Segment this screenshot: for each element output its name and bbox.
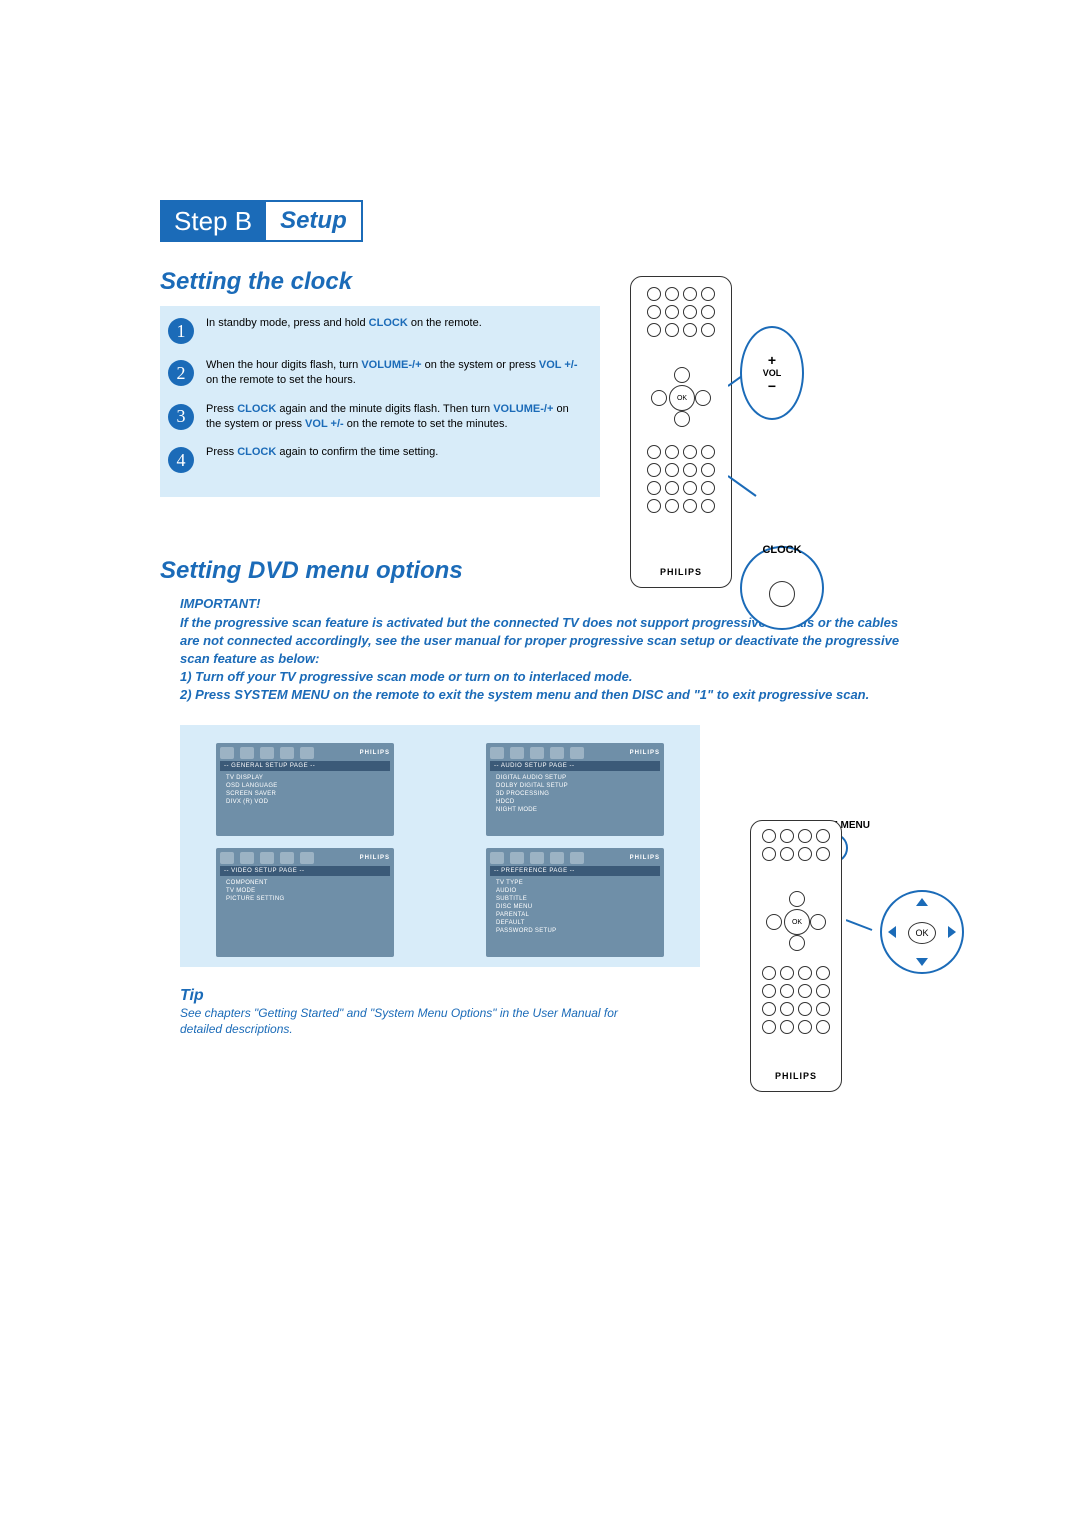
- step-number: 3: [168, 404, 194, 430]
- clock-step: 4 Press CLOCK again to confirm the time …: [160, 441, 600, 483]
- callout-volume: + VOL −: [740, 326, 804, 420]
- step-badge: Step B Setup: [160, 200, 363, 242]
- remote-button-icon: [647, 287, 661, 301]
- step-text: In standby mode, press and hold CLOCK on…: [206, 316, 482, 331]
- menu-title: -- PREFERENCE PAGE --: [490, 866, 660, 876]
- remote-brand: PHILIPS: [751, 1071, 841, 1081]
- menu-item: DIGITAL AUDIO SETUP: [496, 774, 654, 782]
- menu-item: AUDIO: [496, 887, 654, 895]
- remote-brand: PHILIPS: [631, 567, 731, 577]
- menu-item: DEFAULT: [496, 919, 654, 927]
- dpad-icon: OK: [766, 891, 826, 951]
- vol-minus-icon: −: [768, 378, 776, 394]
- vol-label: VOL: [763, 368, 782, 378]
- step-label: Step B: [160, 200, 266, 242]
- ok-button-icon: OK: [669, 385, 695, 411]
- menu-item: TV TYPE: [496, 879, 654, 887]
- clock-step: 3 Press CLOCK again and the minute digit…: [160, 398, 600, 442]
- step-text: Press CLOCK again to confirm the time se…: [206, 445, 438, 460]
- tip-block: Tip See chapters "Getting Started" and "…: [180, 987, 640, 1039]
- remote-illustration-2: SYSTEM MENU OK PHILIPS: [750, 820, 1050, 1092]
- callout-clock: CLOCK: [740, 546, 824, 630]
- menu-preference: PHILIPS -- PREFERENCE PAGE -- TV TYPE AU…: [486, 848, 664, 957]
- clock-button-icon: [769, 581, 795, 607]
- menu-title: -- AUDIO SETUP PAGE --: [490, 761, 660, 771]
- callout-dpad: OK: [880, 890, 964, 974]
- menu-title: -- GENERAL SETUP PAGE --: [220, 761, 390, 771]
- clock-step: 2 When the hour digits flash, turn VOLUM…: [160, 354, 600, 398]
- vol-plus-icon: +: [768, 352, 776, 368]
- menu-item: PASSWORD SETUP: [496, 927, 654, 935]
- menu-video: PHILIPS -- VIDEO SETUP PAGE -- COMPONENT…: [216, 848, 394, 957]
- tip-label: Tip: [180, 987, 640, 1005]
- menu-item: PICTURE SETTING: [226, 895, 384, 903]
- step-text: Press CLOCK again and the minute digits …: [206, 402, 580, 432]
- menu-audio: PHILIPS -- AUDIO SETUP PAGE -- DIGITAL A…: [486, 743, 664, 836]
- menu-general: PHILIPS -- GENERAL SETUP PAGE -- TV DISP…: [216, 743, 394, 836]
- remote-body: OK PHILIPS: [750, 820, 842, 1092]
- clock-steps-box: 1 In standby mode, press and hold CLOCK …: [160, 306, 600, 497]
- menu-item: TV DISPLAY: [226, 774, 384, 782]
- step-subtitle: Setup: [266, 200, 363, 242]
- step-number: 2: [168, 360, 194, 386]
- menu-title: -- VIDEO SETUP PAGE --: [220, 866, 390, 876]
- dpad-icon: OK: [651, 367, 711, 427]
- remote-body: OK PHILIPS: [630, 276, 732, 588]
- menu-item: COMPONENT: [226, 879, 384, 887]
- menu-item: PARENTAL: [496, 911, 654, 919]
- ok-button-icon: OK: [784, 909, 810, 935]
- arrow-right-icon: [948, 926, 956, 938]
- menu-item: HDCD: [496, 798, 654, 806]
- clock-label: CLOCK: [762, 544, 801, 556]
- menu-item: NIGHT MODE: [496, 806, 654, 814]
- menu-item: DOLBY DIGITAL SETUP: [496, 782, 654, 790]
- menu-item: 3D PROCESSING: [496, 790, 654, 798]
- menu-item: DIVX (R) VOD: [226, 798, 384, 806]
- menu-item: TV MODE: [226, 887, 384, 895]
- remote-illustration: OK PHILIPS +: [630, 276, 930, 630]
- tip-text: See chapters "Getting Started" and "Syst…: [180, 1005, 640, 1039]
- step-text: When the hour digits flash, turn VOLUME-…: [206, 358, 580, 388]
- step-number: 4: [168, 447, 194, 473]
- menu-item: DISC MENU: [496, 903, 654, 911]
- menu-item: OSD LANGUAGE: [226, 782, 384, 790]
- arrow-left-icon: [888, 926, 896, 938]
- step-number: 1: [168, 318, 194, 344]
- clock-step: 1 In standby mode, press and hold CLOCK …: [160, 312, 600, 354]
- dvd-menus: PHILIPS -- GENERAL SETUP PAGE -- TV DISP…: [180, 725, 700, 967]
- arrow-up-icon: [916, 898, 928, 906]
- arrow-down-icon: [916, 958, 928, 966]
- ok-button-icon: OK: [908, 922, 936, 944]
- menu-item: SUBTITLE: [496, 895, 654, 903]
- menu-item: SCREEN SAVER: [226, 790, 384, 798]
